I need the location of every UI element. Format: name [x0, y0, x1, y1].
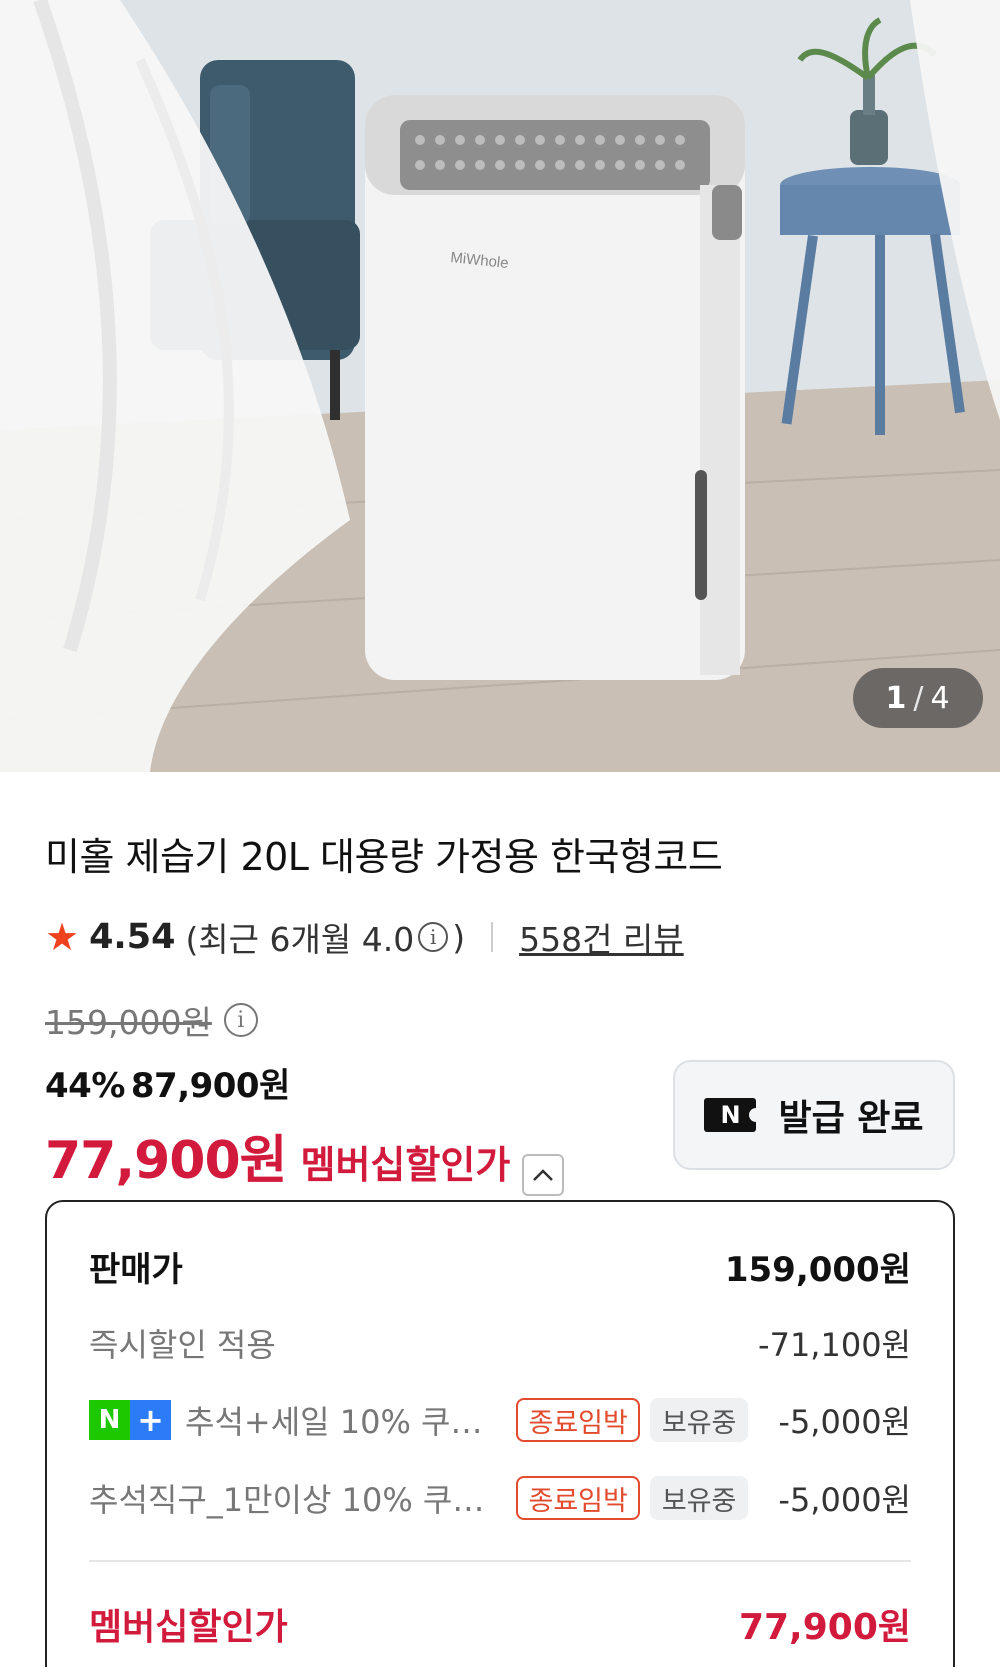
star-icon: ★: [45, 915, 80, 959]
rating-row: ★ 4.54 (최근 6개월 4.0 i ) 558건 리뷰: [45, 912, 684, 962]
naver-plus-icon: N +: [89, 1400, 171, 1440]
original-price-row: 159,000원 i: [45, 996, 262, 1044]
member-price-label: 멤버십할인가: [300, 1143, 511, 1187]
coupon-label-wrap: N + 추석+세일 10% 쿠폰 ...: [89, 1397, 494, 1443]
recent-rating: (최근 6개월 4.0 i ): [185, 913, 465, 961]
breakdown-label: 판매가: [89, 1250, 183, 1290]
naver-n-icon: N: [89, 1400, 130, 1440]
coupon-issued-label: 발급 완료: [778, 1098, 924, 1139]
plus-icon: +: [130, 1400, 171, 1440]
coupon-name: 추석직구_1만이상 10% 쿠폰 ...: [89, 1481, 495, 1519]
owned-badge: 보유중: [649, 1398, 749, 1442]
breakdown-divider: [89, 1560, 911, 1562]
owned-badge: 보유중: [649, 1476, 749, 1520]
image-counter-separator: /: [913, 680, 925, 716]
image-counter-total: 4: [930, 680, 951, 716]
divider: [491, 922, 494, 952]
expiring-soon-badge: 종료임박: [516, 1476, 640, 1520]
image-counter: 1/4: [853, 668, 983, 728]
recent-rating-close: ): [452, 917, 466, 957]
coupon-issued-button[interactable]: N 발급 완료: [673, 1060, 955, 1170]
breakdown-row-list-price: 판매가 159,000원: [89, 1242, 911, 1291]
product-title: 미홀 제습기 20L 대용량 가정용 한국형코드: [45, 835, 723, 879]
info-icon[interactable]: i: [418, 922, 449, 952]
breakdown-value: -5,000원: [778, 1481, 911, 1519]
coupon-name: 추석+세일 10% 쿠폰 ...: [185, 1403, 495, 1441]
breakdown-value: 159,000원: [724, 1250, 911, 1290]
price-breakdown-panel: 판매가 159,000원 즉시할인 적용 -71,100원 N + 추석+세일 …: [45, 1200, 955, 1667]
image-counter-current: 1: [885, 680, 908, 716]
breakdown-row-instant-discount: 즉시할인 적용 -71,100원: [89, 1320, 911, 1366]
expiring-soon-badge: 종료임박: [516, 1398, 640, 1442]
breakdown-row-coupon-1[interactable]: N + 추석+세일 10% 쿠폰 ... 종료임박 보유중 -5,000원: [89, 1397, 911, 1443]
product-photo: MiWhole: [0, 0, 1000, 772]
total-value: 77,900원: [738, 1607, 911, 1648]
total-label: 멤버십할인가: [89, 1607, 288, 1648]
breakdown-row-total: 멤버십할인가 77,900원: [89, 1598, 911, 1650]
naver-logo-icon: N: [704, 1098, 758, 1132]
rating-score: 4.54: [89, 917, 176, 957]
price-info-icon[interactable]: i: [223, 1003, 258, 1037]
sale-price-row: 44% 87,900원: [45, 1058, 290, 1107]
product-image-carousel[interactable]: MiWhole 1/4: [0, 0, 1000, 772]
breakdown-value: -5,000원: [778, 1403, 911, 1441]
member-price: 77,900원: [45, 1131, 288, 1191]
breakdown-label: 즉시할인 적용: [89, 1326, 276, 1364]
original-price: 159,000원: [45, 1003, 212, 1042]
coupon-label-wrap: 추석직구_1만이상 10% 쿠폰 ...: [89, 1475, 494, 1521]
breakdown-value: -71,100원: [758, 1326, 911, 1364]
review-count-link[interactable]: 558건 리뷰: [519, 913, 684, 961]
chevron-up-icon[interactable]: [522, 1154, 565, 1196]
discount-percent: 44%: [45, 1066, 125, 1106]
sale-price: 87,900원: [130, 1066, 290, 1106]
member-price-row: 77,900원 멤버십할인가: [45, 1118, 565, 1196]
recent-rating-text: (최근 6개월 4.0: [185, 920, 415, 959]
breakdown-row-coupon-2[interactable]: 추석직구_1만이상 10% 쿠폰 ... 종료임박 보유중 -5,000원: [89, 1475, 911, 1521]
